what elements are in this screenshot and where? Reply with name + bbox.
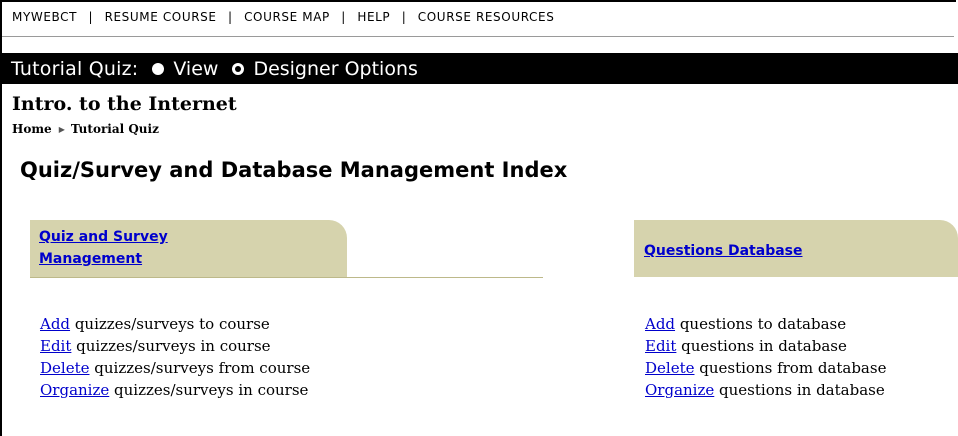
- list-item-text: quizzes/surveys to course: [70, 315, 270, 333]
- designer-options-radio[interactable]: Designer Options: [232, 57, 418, 80]
- breadcrumb-arrow-icon: ▶: [58, 124, 65, 134]
- designer-options-label: Designer Options: [253, 57, 418, 80]
- questions-database-tab: Questions Database: [634, 220, 958, 277]
- quiz-management-link[interactable]: Quiz and Survey Management: [39, 226, 168, 270]
- delete-quiz-link[interactable]: Delete: [40, 359, 89, 377]
- nav-separator: |: [228, 10, 233, 24]
- list-item-text: questions to database: [675, 315, 847, 333]
- nav-resume-course[interactable]: RESUME COURSE: [105, 10, 217, 24]
- quiz-management-heading-line1: Quiz and Survey: [39, 229, 168, 245]
- delete-question-link[interactable]: Delete: [645, 359, 694, 377]
- page-title: Quiz/Survey and Database Management Inde…: [20, 158, 568, 182]
- breadcrumb-home[interactable]: Home: [12, 122, 52, 136]
- nav-mywebct[interactable]: MYWEBCT: [12, 10, 77, 24]
- tool-label: Tutorial Quiz:: [11, 57, 139, 80]
- nav-separator: |: [401, 10, 407, 24]
- nav-divider: [2, 36, 954, 37]
- list-item-text: questions in database: [714, 381, 885, 399]
- list-item-text: quizzes/surveys in course: [71, 337, 271, 355]
- list-item: Delete questions from database: [645, 357, 886, 379]
- edit-question-link[interactable]: Edit: [645, 337, 676, 355]
- add-question-link[interactable]: Add: [645, 315, 675, 333]
- radio-selected-icon: [232, 62, 245, 75]
- list-item: Edit questions in database: [645, 335, 886, 357]
- organize-quiz-link[interactable]: Organize: [40, 381, 109, 399]
- breadcrumb: Home ▶ Tutorial Quiz: [12, 122, 159, 136]
- organize-question-link[interactable]: Organize: [645, 381, 714, 399]
- nav-help[interactable]: HELP: [357, 10, 390, 24]
- view-radio-label: View: [173, 57, 219, 80]
- quiz-management-heading-line2: Management: [39, 251, 143, 267]
- course-title: Intro. to the Internet: [12, 93, 237, 115]
- database-actions-list: Add questions to database Edit questions…: [645, 313, 886, 401]
- tool-mode-bar: Tutorial Quiz: View Designer Options: [2, 53, 958, 84]
- view-radio[interactable]: View: [152, 58, 218, 80]
- list-item: Add questions to database: [645, 313, 886, 335]
- list-item-text: questions from database: [694, 359, 887, 377]
- quiz-tab-underline: [30, 277, 543, 278]
- radio-unselected-icon: [152, 62, 165, 75]
- list-item-text: quizzes/surveys from course: [89, 359, 311, 377]
- list-item-text: questions in database: [676, 337, 847, 355]
- quiz-actions-list: Add quizzes/surveys to course Edit quizz…: [40, 313, 310, 401]
- top-navigation: MYWEBCT | RESUME COURSE | COURSE MAP | H…: [12, 10, 554, 24]
- nav-separator: |: [88, 10, 94, 24]
- quiz-management-tab: Quiz and Survey Management: [30, 220, 347, 277]
- nav-course-resources[interactable]: COURSE RESOURCES: [418, 10, 555, 24]
- breadcrumb-current: Tutorial Quiz: [70, 122, 159, 136]
- questions-database-link[interactable]: Questions Database: [644, 240, 802, 262]
- list-item: Organize quizzes/surveys in course: [40, 379, 310, 401]
- nav-separator: |: [341, 10, 346, 24]
- list-item-text: quizzes/surveys in course: [109, 381, 309, 399]
- list-item: Edit quizzes/surveys in course: [40, 335, 310, 357]
- list-item: Delete quizzes/surveys from course: [40, 357, 310, 379]
- add-quiz-link[interactable]: Add: [40, 315, 70, 333]
- edit-quiz-link[interactable]: Edit: [40, 337, 71, 355]
- list-item: Add quizzes/surveys to course: [40, 313, 310, 335]
- list-item: Organize questions in database: [645, 379, 886, 401]
- nav-course-map[interactable]: COURSE MAP: [244, 10, 330, 24]
